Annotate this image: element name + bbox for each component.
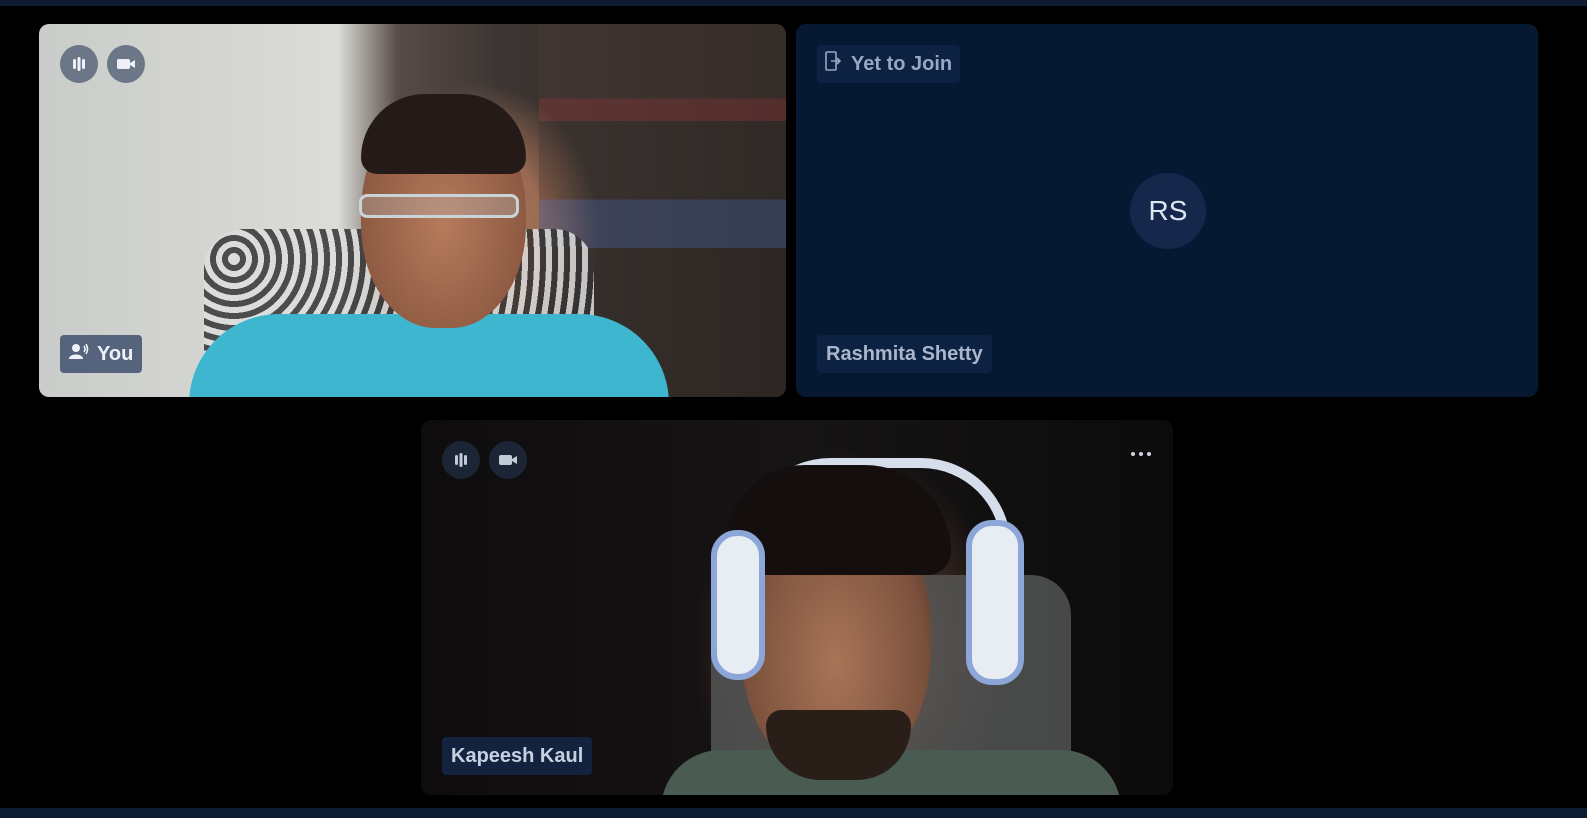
participant-name-tag: Rashmita Shetty [817, 335, 992, 373]
audio-level-icon[interactable] [442, 441, 480, 479]
video-headphone-left [711, 530, 765, 680]
join-status-label: Yet to Join [851, 52, 953, 75]
top-bar [0, 0, 1587, 6]
video-headphone-right [966, 520, 1024, 685]
participant-name: Rashmita Shetty [826, 342, 983, 365]
audio-level-icon[interactable] [60, 45, 98, 83]
participant-name: Kapeesh Kaul [451, 744, 584, 767]
participant-tile-self[interactable]: You [39, 24, 786, 397]
participant-tile-remote[interactable]: Kapeesh Kaul [421, 420, 1173, 795]
avatar-initials: RS [1148, 195, 1188, 226]
join-status-badge: Yet to Join [817, 45, 961, 83]
video-person-hair [361, 94, 526, 174]
bottom-bar [0, 808, 1587, 818]
avatar: RS [1130, 173, 1206, 249]
participant-tile-waiting[interactable]: Yet to Join RS Rashmita Shetty [796, 24, 1538, 397]
video-person-glasses [359, 194, 519, 218]
participant-name-tag: You [60, 335, 143, 373]
enter-door-icon [825, 51, 842, 77]
video-camera-icon[interactable] [107, 45, 145, 83]
video-camera-icon[interactable] [489, 441, 527, 479]
speaking-user-icon [69, 342, 89, 366]
participant-name-tag: Kapeesh Kaul [442, 737, 593, 775]
more-horizontal-icon[interactable] [1123, 440, 1159, 468]
participant-name: You [97, 342, 134, 365]
